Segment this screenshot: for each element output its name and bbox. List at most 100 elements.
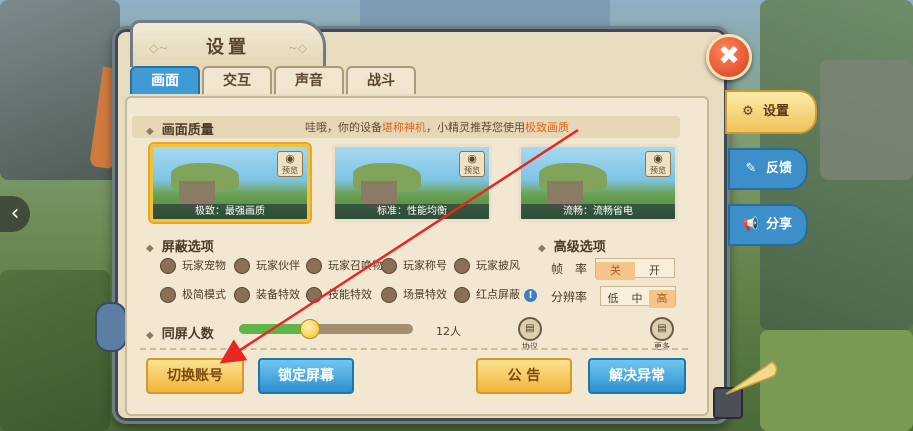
advanced-section-title: ◆ 高级选项	[538, 236, 606, 255]
quality-section-title: ◆ 画面质量	[146, 119, 214, 138]
radio-icon	[160, 287, 176, 303]
fps-on-option[interactable]: 开	[635, 262, 674, 280]
option-label: 玩家伙伴	[256, 259, 300, 272]
radio-icon	[160, 258, 176, 274]
eye-icon: ◉	[285, 152, 295, 165]
section-divider	[140, 348, 688, 350]
side-tab-settings[interactable]: ⚙ 设置	[725, 90, 817, 134]
bullet-icon: ◆	[146, 126, 154, 137]
option-label: 装备特效	[256, 288, 300, 301]
fps-off-option[interactable]: 关	[596, 262, 635, 280]
side-tab-label: 分享	[766, 217, 793, 232]
option-title[interactable]: 玩家称号	[381, 258, 447, 274]
switch-account-button[interactable]: 切换账号	[146, 358, 244, 394]
quality-title-text: 画面质量	[161, 123, 214, 138]
option-skill-effect[interactable]: 技能特效	[306, 287, 372, 303]
background-ruin	[820, 60, 913, 180]
resolution-selector: 低中高	[600, 286, 676, 308]
quality-option-ultra[interactable]: ◉ 预览 极致：最强画质	[150, 144, 310, 222]
tab-battle[interactable]: 战斗	[346, 66, 416, 94]
eye-icon: ◉	[467, 152, 477, 165]
preview-label: 预览	[282, 166, 298, 175]
preview-button[interactable]: ◉ 预览	[645, 151, 671, 177]
fps-label: 帧 率	[551, 262, 588, 276]
option-scene-effect[interactable]: 场景特效	[381, 287, 447, 303]
scroll-knob-decoration	[95, 302, 127, 352]
chevron-left-icon: ‹	[10, 201, 20, 226]
players-count: 12人	[436, 325, 461, 338]
radio-icon	[381, 287, 397, 303]
option-cape[interactable]: 玩家披风	[454, 258, 520, 274]
side-tab-share[interactable]: 📢 分享	[728, 204, 808, 246]
edit-icon: ✎	[745, 161, 757, 176]
announcement-button[interactable]: 公 告	[476, 358, 572, 394]
option-minimal[interactable]: 极简模式	[160, 287, 226, 303]
background-grass	[0, 270, 110, 431]
eye-icon: ◉	[653, 152, 663, 165]
quality-recommendation: 哇哦，你的设备堪称神机，小精灵推荐您使用极致画质	[305, 119, 569, 135]
rec-device: 堪称神机	[382, 121, 426, 134]
quill-decoration	[713, 361, 778, 419]
bullet-icon: ◆	[146, 243, 154, 254]
rec-middle: ，小精灵推荐您使用	[426, 121, 525, 134]
close-icon: ✖	[718, 41, 740, 71]
players-title-text: 同屏人数	[161, 327, 214, 342]
option-label: 玩家称号	[403, 259, 447, 272]
slider-fill	[239, 324, 309, 334]
side-tab-feedback[interactable]: ✎ 反馈	[728, 148, 808, 190]
option-partner[interactable]: 玩家伙伴	[234, 258, 300, 274]
radio-icon	[306, 287, 322, 303]
fix-issue-button[interactable]: 解决异常	[588, 358, 686, 394]
ornament-icon: ~◇	[287, 41, 307, 55]
option-reddot[interactable]: 红点屏蔽!	[454, 287, 537, 303]
quality-caption: 标准：性能均衡	[335, 204, 489, 219]
shield-title-text: 屏蔽选项	[161, 240, 214, 255]
resolution-high-option[interactable]: 高	[649, 290, 675, 308]
preview-label: 预览	[464, 166, 480, 175]
tab-display[interactable]: 画面	[130, 66, 200, 94]
protocol-button[interactable]: ▤ 协议	[518, 317, 542, 351]
option-label: 极简模式	[182, 288, 226, 301]
radio-icon	[381, 258, 397, 274]
tab-sound[interactable]: 声音	[274, 66, 344, 94]
radio-icon	[454, 287, 470, 303]
info-icon[interactable]: !	[524, 289, 537, 302]
shield-section-title: ◆ 屏蔽选项	[146, 236, 214, 255]
resolution-low-option[interactable]: 低	[601, 290, 625, 308]
preview-button[interactable]: ◉ 预览	[459, 151, 485, 177]
bullet-icon: ◆	[538, 243, 546, 254]
quality-option-smooth[interactable]: ◉ 预览 流畅：流畅省电	[518, 144, 678, 222]
option-pet[interactable]: 玩家宠物	[160, 258, 226, 274]
side-tab-label: 设置	[763, 104, 790, 119]
document-icon: ▤	[518, 317, 542, 341]
quality-caption: 流畅：流畅省电	[521, 204, 675, 219]
option-label: 红点屏蔽	[476, 288, 520, 301]
option-label: 技能特效	[328, 288, 372, 301]
close-button[interactable]: ✖	[706, 34, 752, 80]
radio-icon	[234, 287, 250, 303]
radio-icon	[306, 258, 322, 274]
background-grass	[760, 330, 913, 431]
document-icon: ▤	[650, 317, 674, 341]
rec-prefix: 哇哦，你的设备	[305, 121, 382, 134]
preview-label: 预览	[650, 166, 666, 175]
fps-toggle: 关开	[595, 258, 675, 280]
quality-caption: 极致：最强画质	[153, 204, 307, 219]
players-slider[interactable]	[239, 319, 413, 339]
lock-screen-button[interactable]: 锁定屏幕	[258, 358, 354, 394]
more-button[interactable]: ▤ 更多	[650, 317, 674, 351]
option-summon[interactable]: 玩家召唤物	[306, 258, 383, 274]
tab-interaction[interactable]: 交互	[202, 66, 272, 94]
title-tab: ◇~ 设置 ~◇	[130, 20, 326, 67]
slider-handle[interactable]	[299, 319, 320, 339]
preview-button[interactable]: ◉ 预览	[277, 151, 303, 177]
rec-mode: 极致画质	[525, 121, 569, 134]
bullet-icon: ◆	[146, 330, 154, 341]
resolution-mid-option[interactable]: 中	[625, 290, 649, 308]
option-equip-effect[interactable]: 装备特效	[234, 287, 300, 303]
option-label: 玩家召唤物	[328, 259, 383, 272]
resolution-label: 分辨率	[551, 290, 588, 304]
side-tab-label: 反馈	[766, 161, 793, 176]
quality-option-standard[interactable]: ◉ 预览 标准：性能均衡	[332, 144, 492, 222]
radio-icon	[234, 258, 250, 274]
